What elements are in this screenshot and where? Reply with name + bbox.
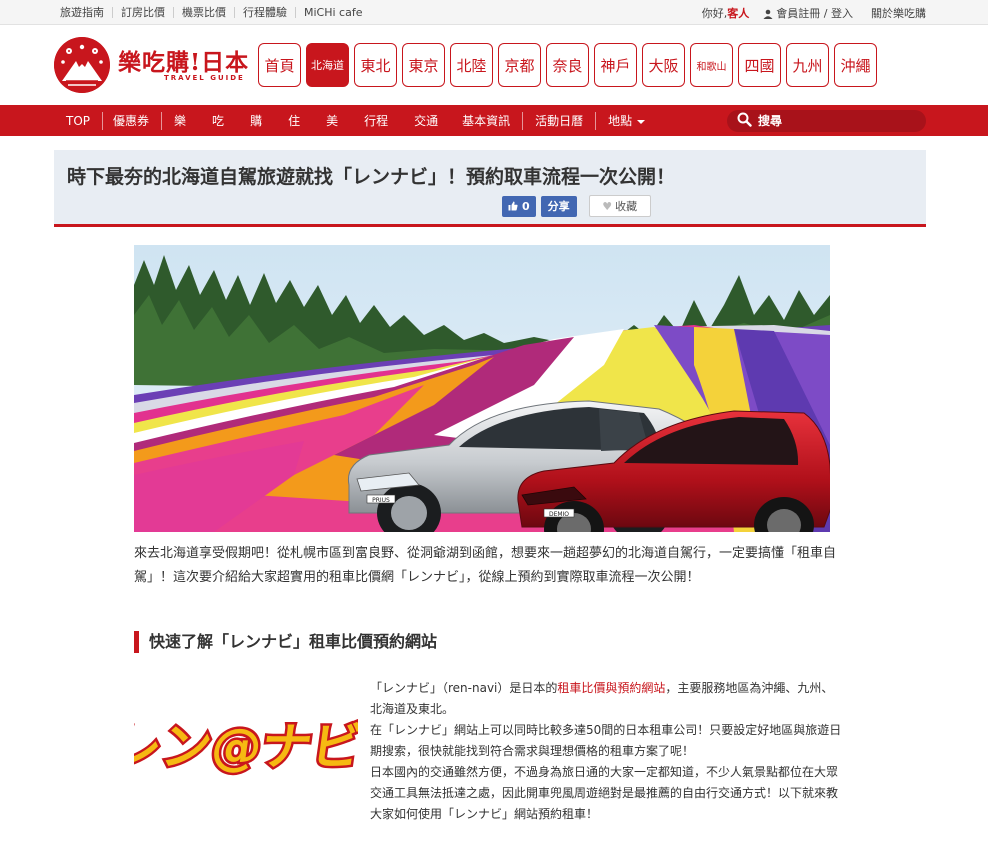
region-tab-tokyo[interactable]: 東京 <box>402 43 445 87</box>
renavi-link[interactable]: 租車比價與預約網站 <box>557 681 665 695</box>
user-icon <box>763 9 773 19</box>
region-tab-okinawa[interactable]: 沖繩 <box>834 43 877 87</box>
nav-item-top[interactable]: TOP <box>66 114 90 128</box>
site-logo[interactable]: 樂吃購!日本 TRAVEL GUIDE <box>54 37 254 93</box>
like-count: 0 <box>522 199 530 213</box>
region-tab-kyoto[interactable]: 京都 <box>498 43 541 87</box>
facebook-like-button[interactable]: 0 <box>502 195 536 217</box>
search-icon[interactable] <box>737 112 752 130</box>
site-header: 樂吃購!日本 TRAVEL GUIDE 首頁 北海道 東北 東京 北陸 京都 奈… <box>0 25 988 105</box>
article-title-panel: 時下最夯的北海道自駕旅遊就找「レンナビ」！預約取車流程一次公開！ 0 分享 ♥ … <box>54 150 926 227</box>
site-title: 樂吃購!日本 <box>118 49 250 76</box>
nav-item-stay[interactable]: 住 <box>288 112 300 129</box>
top-link-michi-cafe[interactable]: MiCHi cafe <box>295 7 370 18</box>
nav-divider <box>102 111 104 130</box>
region-tab-hokkaido[interactable]: 北海道 <box>306 43 349 87</box>
nav-item-eat[interactable]: 吃 <box>212 112 224 129</box>
region-tab-shikoku[interactable]: 四國 <box>738 43 781 87</box>
nav-divider <box>595 111 597 130</box>
top-right-links: 你好, 客人 會員註冊 / 登入 關於樂吃購 <box>702 5 926 21</box>
login-register-link[interactable]: 會員註冊 / 登入 <box>776 5 853 21</box>
section-heading: 快速了解「レンナビ」租車比價預約網站 <box>134 631 437 653</box>
region-tab-home[interactable]: 首頁 <box>258 43 301 87</box>
nav-items: TOP 優惠券 樂 吃 購 住 美 行程 交通 基本資訊 活動日曆 地點 <box>54 105 646 136</box>
prius-badge: PRIUS <box>372 497 390 504</box>
facebook-share-button[interactable]: 分享 <box>540 195 577 217</box>
top-link-travel-guide[interactable]: 旅遊指南 <box>54 7 112 18</box>
site-subtitle: TRAVEL GUIDE <box>164 74 245 82</box>
top-links: 旅遊指南 訂房比價 機票比價 行程體驗 MiCHi cafe <box>54 7 370 18</box>
social-actions: 0 分享 ♥ 收藏 <box>502 195 651 217</box>
heart-icon: ♥ <box>602 199 613 213</box>
region-tab-tohoku[interactable]: 東北 <box>354 43 397 87</box>
top-link-flight-compare[interactable]: 機票比價 <box>173 7 234 18</box>
thumbs-up-icon <box>508 201 518 211</box>
nav-item-transport[interactable]: 交通 <box>414 112 438 129</box>
greeting-text: 你好, <box>701 6 728 20</box>
about-link[interactable]: 關於樂吃購 <box>871 5 926 21</box>
nav-item-fun[interactable]: 樂 <box>174 112 186 129</box>
article-title: 時下最夯的北海道自駕旅遊就找「レンナビ」！預約取車流程一次公開！ <box>67 166 676 188</box>
mount-fuji-logo-icon <box>54 37 110 93</box>
top-link-tours[interactable]: 行程體驗 <box>234 7 295 18</box>
region-tab-hokuriku[interactable]: 北陸 <box>450 43 493 87</box>
desc-paragraph-1: 「レンナビ」（ren-navi）是日本的租車比價與預約網站，主要服務地區為沖繩、… <box>370 678 845 720</box>
search-input[interactable] <box>758 114 908 128</box>
renavi-description: 「レンナビ」（ren-navi）是日本的租車比價與預約網站，主要服務地區為沖繩、… <box>370 678 845 825</box>
favorite-button[interactable]: ♥ 收藏 <box>588 195 651 217</box>
nav-divider <box>161 111 163 130</box>
renavi-logo: レン@ナビ <box>105 680 368 810</box>
region-tab-nara[interactable]: 奈良 <box>546 43 589 87</box>
chevron-down-icon <box>637 119 646 124</box>
nav-item-event-calendar[interactable]: 活動日曆 <box>535 112 583 129</box>
nav-item-locations-label: 地點 <box>608 114 633 128</box>
guest-label: 客人 <box>727 6 750 20</box>
top-link-hotel-compare[interactable]: 訂房比價 <box>112 7 173 18</box>
desc-text: 「レンナビ」（ren-navi）是日本的 <box>370 681 558 695</box>
demio-badge: DEMIO <box>549 511 569 518</box>
main-nav: TOP 優惠券 樂 吃 購 住 美 行程 交通 基本資訊 活動日曆 地點 <box>0 105 988 136</box>
nav-divider <box>522 111 524 130</box>
desc-paragraph-2: 在「レンナビ」網站上可以同時比較多達50間的日本租車公司！只要設定好地區與旅遊日… <box>370 723 842 758</box>
nav-item-beauty[interactable]: 美 <box>326 112 338 129</box>
region-tabs: 首頁 北海道 東北 東京 北陸 京都 奈良 神戶 大阪 和歌山 四國 九州 沖繩 <box>258 43 882 87</box>
nav-item-shop[interactable]: 購 <box>250 112 262 129</box>
search-box[interactable] <box>727 110 926 132</box>
desc-paragraph-3: 日本國內的交通雖然方便，不過身為旅日通的大家一定都知道，不少人氣景點都位在大眾交… <box>370 765 839 821</box>
article-intro: 來去北海道享受假期吧！從札幌市區到富良野、從洞爺湖到函館，想要來一趟超夢幻的北海… <box>134 546 837 585</box>
favorite-label: 收藏 <box>615 200 638 213</box>
renavi-logo-text: レン@ナビ <box>134 717 358 776</box>
nav-item-coupons[interactable]: 優惠券 <box>113 112 149 129</box>
top-utility-bar: 旅遊指南 訂房比價 機票比價 行程體驗 MiCHi cafe 你好, 客人 會員… <box>0 0 988 25</box>
region-tab-kyushu[interactable]: 九州 <box>786 43 829 87</box>
nav-item-locations[interactable]: 地點 <box>608 112 646 129</box>
hero-image: PRIUS DEMIO <box>134 245 830 532</box>
region-tab-wakayama[interactable]: 和歌山 <box>690 43 733 87</box>
region-tab-osaka[interactable]: 大阪 <box>642 43 685 87</box>
nav-item-basic-info[interactable]: 基本資訊 <box>462 112 510 129</box>
nav-item-itinerary[interactable]: 行程 <box>364 112 388 129</box>
region-tab-kobe[interactable]: 神戶 <box>594 43 637 87</box>
